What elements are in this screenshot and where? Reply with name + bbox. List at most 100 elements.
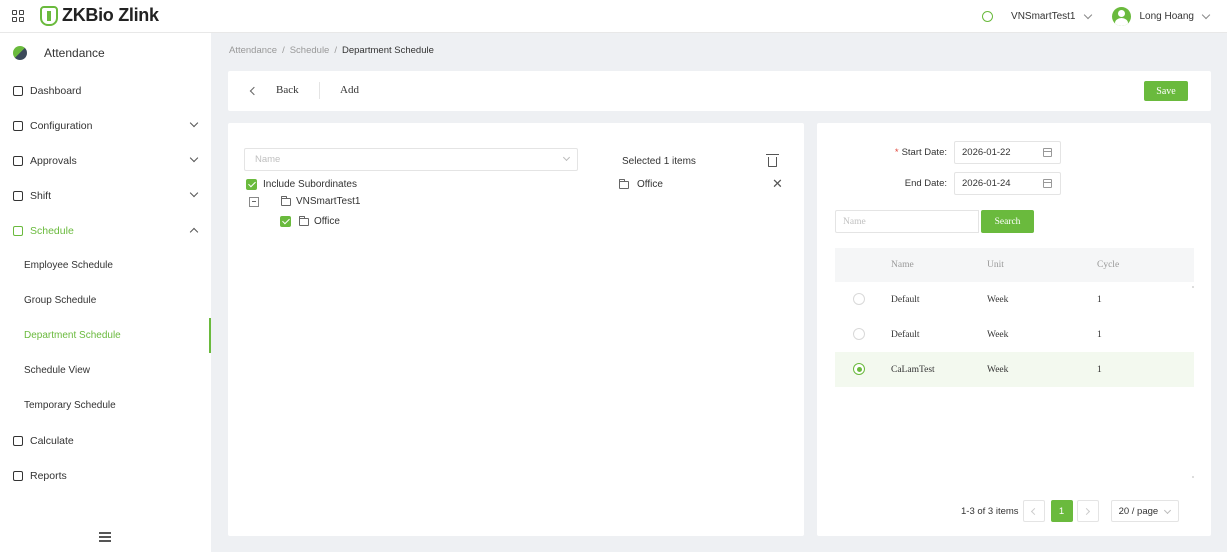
row-radio[interactable] <box>853 293 865 305</box>
selected-item: Office <box>619 178 663 190</box>
column-header-unit: Unit <box>987 260 1004 270</box>
approvals-icon <box>13 155 23 166</box>
table-row[interactable]: CaLamTest Week 1 <box>835 352 1194 387</box>
calendar-icon[interactable] <box>1043 179 1052 188</box>
tree-node-label: VNSmartTest1 <box>296 196 361 207</box>
table-header: Name Unit Cycle <box>835 248 1194 282</box>
sidebar-item-label: Schedule <box>30 224 74 237</box>
breadcrumb-current: Department Schedule <box>341 45 434 56</box>
sidebar-subitem-department-schedule[interactable]: Department Schedule <box>0 318 211 353</box>
row-radio-selected[interactable] <box>853 363 865 375</box>
cell-name: CaLamTest <box>891 364 935 375</box>
include-subordinates-label: Include Subordinates <box>263 179 357 190</box>
selected-count: Selected 1 items <box>622 156 696 167</box>
cell-cycle: 1 <box>1097 364 1102 375</box>
next-page-icon[interactable] <box>1076 500 1099 522</box>
scrollbar-bottom[interactable] <box>1192 476 1194 478</box>
pagination: 1-3 of 3 items 1 20 / page <box>961 500 1179 522</box>
checkbox-checked-icon[interactable] <box>280 216 291 227</box>
shift-name-search-input[interactable] <box>835 210 979 233</box>
sidebar-item-schedule[interactable]: Schedule <box>0 213 211 248</box>
user-name[interactable]: Long Hoang <box>1140 11 1195 22</box>
back-button[interactable]: Back <box>276 84 299 96</box>
shift-icon <box>13 190 23 201</box>
site-selector[interactable]: VNSmartTest1 <box>1011 11 1075 22</box>
calculate-icon <box>13 435 23 446</box>
column-header-name: Name <box>891 260 914 270</box>
cell-unit: Week <box>987 329 1009 340</box>
prev-page-icon[interactable] <box>1022 500 1045 522</box>
avatar[interactable] <box>1111 6 1131 26</box>
sidebar-item-label: Dashboard <box>30 84 82 97</box>
cell-cycle: 1 <box>1097 294 1102 305</box>
folder-icon <box>299 215 309 226</box>
top-bar: ZKBio Zlink VNSmartTest1 Long Hoang <box>0 0 1227 33</box>
sidebar-item-shift[interactable]: Shift <box>0 178 211 213</box>
department-search-input[interactable] <box>244 148 578 171</box>
breadcrumb-item[interactable]: Attendance <box>229 45 277 56</box>
save-button[interactable]: Save <box>1144 81 1188 101</box>
remove-selected-close-icon[interactable]: ✕ <box>772 176 783 192</box>
sidebar-item-label: Calculate <box>30 434 74 447</box>
sidebar-item-label: Configuration <box>30 119 93 132</box>
module-header[interactable]: Attendance <box>0 33 211 73</box>
table-row[interactable]: Default Week 1 <box>835 282 1194 317</box>
folder-icon <box>281 195 291 206</box>
page-size-select[interactable]: 20 / page <box>1110 500 1179 522</box>
tree-node-vnsmarttest1[interactable]: VNSmartTest1 <box>249 195 361 207</box>
checkbox-checked-icon[interactable] <box>246 179 257 190</box>
tree-node-office[interactable]: Office <box>280 215 340 227</box>
collapse-node-icon[interactable] <box>249 196 259 207</box>
sidebar-item-calculate[interactable]: Calculate <box>0 423 211 458</box>
reports-icon <box>13 470 23 481</box>
sidebar-item-dashboard[interactable]: Dashboard <box>0 73 211 108</box>
logo-text: ZKBio Zlink <box>62 5 159 25</box>
sidebar-subitem-temporary-schedule[interactable]: Temporary Schedule <box>0 388 211 423</box>
chevron-down-icon[interactable] <box>1083 10 1092 19</box>
toolbar-divider <box>319 82 320 99</box>
cell-cycle: 1 <box>1097 329 1102 340</box>
chevron-down-icon <box>189 188 199 198</box>
clear-all-trash-icon[interactable] <box>766 154 779 167</box>
site-icon <box>982 10 994 22</box>
schedule-icon <box>13 225 23 236</box>
sidebar-subitem-group-schedule[interactable]: Group Schedule <box>0 283 211 318</box>
calendar-icon[interactable] <box>1043 148 1052 157</box>
tree-node-label: Office <box>314 216 340 227</box>
add-tab[interactable]: Add <box>340 84 359 96</box>
back-arrow-icon[interactable] <box>249 86 259 96</box>
cell-unit: Week <box>987 294 1009 305</box>
logo: ZKBio Zlink <box>40 5 159 26</box>
column-header-cycle: Cycle <box>1097 260 1120 270</box>
scrollbar-top[interactable] <box>1192 286 1194 288</box>
sidebar-item-configuration[interactable]: Configuration <box>0 108 211 143</box>
breadcrumb-item[interactable]: Schedule <box>290 45 330 56</box>
start-date-picker[interactable]: 2026-01-22 <box>954 141 1061 164</box>
sidebar-item-reports[interactable]: Reports <box>0 458 211 493</box>
start-date-label: * Start Date: <box>894 147 947 158</box>
row-radio[interactable] <box>853 328 865 340</box>
sidebar-subitem-employee-schedule[interactable]: Employee Schedule <box>0 248 211 283</box>
chevron-down-icon <box>189 153 199 163</box>
app-grid-icon[interactable] <box>12 10 24 22</box>
end-date-label: End Date: <box>904 178 947 189</box>
configuration-icon <box>13 120 23 131</box>
table-row[interactable]: Default Week 1 <box>835 317 1194 352</box>
sidebar: Attendance Dashboard Configuration Appro… <box>0 33 211 552</box>
sidebar-item-label: Reports <box>30 469 67 482</box>
sidebar-subitem-schedule-view[interactable]: Schedule View <box>0 353 211 388</box>
department-picker-panel: Include Subordinates VNSmartTest1 Office… <box>228 123 804 536</box>
chevron-down-icon[interactable] <box>1201 10 1211 19</box>
collapse-menu-icon[interactable] <box>99 532 111 542</box>
cell-name: Default <box>891 329 920 340</box>
search-button[interactable]: Search <box>981 210 1034 233</box>
selected-item-label: Office <box>637 179 663 190</box>
sidebar-item-approvals[interactable]: Approvals <box>0 143 211 178</box>
schedule-form-panel: * Start Date: 2026-01-22 End Date: 2026-0… <box>817 123 1211 536</box>
page-number[interactable]: 1 <box>1050 500 1073 522</box>
attendance-icon <box>13 46 27 60</box>
include-subordinates-checkbox[interactable]: Include Subordinates <box>246 179 357 190</box>
cell-unit: Week <box>987 364 1009 375</box>
end-date-picker[interactable]: 2026-01-24 <box>954 172 1061 195</box>
pagination-summary: 1-3 of 3 items <box>961 505 1019 517</box>
